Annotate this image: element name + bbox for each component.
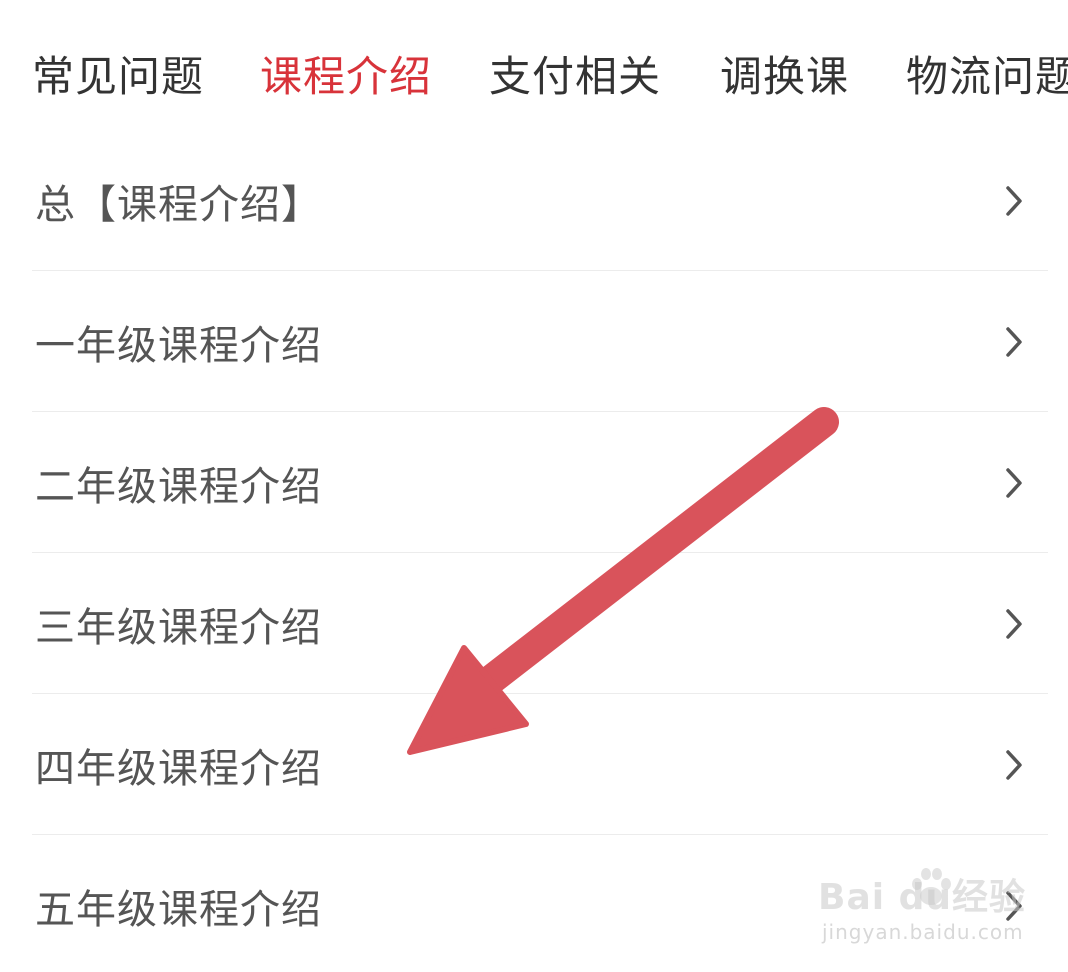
chevron-right-icon (1006, 890, 1022, 921)
chevron-right-icon (1006, 185, 1022, 216)
list-item-grade-4[interactable]: 四年级课程介绍 (0, 694, 1068, 835)
tab-common-questions[interactable]: 常见问题 (32, 52, 204, 102)
list-item-label: 四年级课程介绍 (35, 745, 322, 792)
list-item-label: 五年级课程介绍 (35, 886, 322, 933)
list-item-label: 一年级课程介绍 (35, 322, 322, 369)
tab-logistics[interactable]: 物流问题 (906, 52, 1068, 102)
list-item-grade-1[interactable]: 一年级课程介绍 (0, 271, 1068, 412)
page: 常见问题 课程介绍 支付相关 调换课 物流问题 总【课程介绍】 一年级课程介绍 … (0, 0, 1068, 972)
course-intro-list: 总【课程介绍】 一年级课程介绍 二年级课程介绍 三年级课程介绍 四年级课程介绍 … (0, 130, 1068, 972)
tab-change-course[interactable]: 调换课 (720, 52, 849, 102)
tab-payment[interactable]: 支付相关 (489, 52, 661, 102)
list-item-all[interactable]: 总【课程介绍】 (0, 130, 1068, 271)
tab-course-intro[interactable]: 课程介绍 (260, 52, 432, 102)
list-item-grade-5[interactable]: 五年级课程介绍 (0, 835, 1068, 972)
chevron-right-icon (1006, 608, 1022, 639)
list-item-label: 二年级课程介绍 (35, 463, 322, 510)
chevron-right-icon (1006, 326, 1022, 357)
list-item-label: 总【课程介绍】 (35, 181, 322, 228)
chevron-right-icon (1006, 749, 1022, 780)
category-tabs: 常见问题 课程介绍 支付相关 调换课 物流问题 (0, 0, 1068, 150)
list-item-grade-2[interactable]: 二年级课程介绍 (0, 412, 1068, 553)
list-item-grade-3[interactable]: 三年级课程介绍 (0, 553, 1068, 694)
chevron-right-icon (1006, 467, 1022, 498)
list-item-label: 三年级课程介绍 (35, 604, 322, 651)
